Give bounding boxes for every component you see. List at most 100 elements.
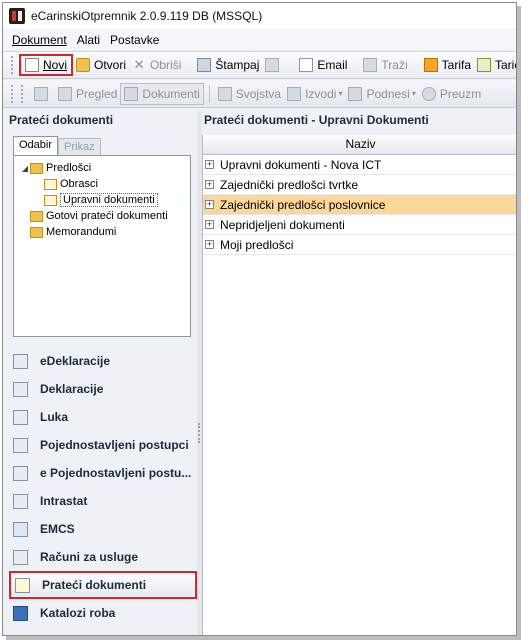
new-document-icon (25, 58, 39, 72)
nav-edeklaracije[interactable]: eDeklaracije (9, 347, 197, 375)
view-toolbar: Pregled Dokumenti Svojstva Izvodi ▾ Podn… (3, 80, 516, 108)
tab-odabir[interactable]: Odabir (13, 136, 59, 156)
splitter-grip[interactable] (198, 423, 200, 443)
nav-pojednostavljeni[interactable]: Pojednostavljeni postupci (9, 431, 197, 459)
tree-item-predlosci[interactable]: ◢ Predlošci (14, 160, 190, 176)
print-preview-button[interactable] (262, 54, 286, 76)
emcs-icon (13, 521, 28, 537)
expand-plus-icon[interactable]: + (205, 160, 214, 169)
expand-plus-icon[interactable]: + (205, 200, 214, 209)
main-toolbar: Novi Otvori ✕ Obriši Štampaj Email Traži (3, 51, 516, 79)
nav-label: Katalozi roba (40, 606, 116, 620)
new-button[interactable]: Novi (19, 54, 74, 76)
tariff-button[interactable]: Tarifa (421, 54, 474, 76)
grid-row-label: Upravni dokumenti - Nova ICT (220, 157, 382, 172)
tab-prikaz[interactable]: Prikaz (58, 138, 101, 156)
open-folder-icon (76, 58, 91, 72)
new-button-label: Novi (43, 58, 68, 72)
nav-label: e Pojednostavljeni postu... (40, 466, 192, 480)
menu-postavke[interactable]: Postavke (110, 33, 159, 47)
invoice-icon (13, 549, 28, 565)
flag-icon (217, 86, 232, 101)
intrastat-icon (13, 493, 28, 509)
menu-bar: Dokument Alati Postavke (3, 30, 516, 50)
grid-row[interactable]: + Nepridjeljeni dokumenti (203, 215, 516, 235)
grid-row[interactable]: + Moji predlošci (203, 235, 516, 255)
nav-label: Prateći dokumenti (42, 578, 147, 592)
open-button-label: Otvori (94, 58, 127, 72)
documents-icon (124, 86, 139, 101)
print-button[interactable]: Štampaj (194, 54, 262, 76)
reports-button[interactable]: Izvodi ▾ (284, 83, 345, 105)
download-button[interactable]: Preuzm (419, 83, 484, 105)
toolbar-grip[interactable] (21, 84, 25, 103)
app-icon (9, 8, 25, 24)
tree-item-memorandumi[interactable]: Memorandumi (14, 224, 190, 240)
folder-doc-icon (44, 178, 57, 190)
grid-row-label: Zajednički predlošci tvrtke (220, 177, 359, 192)
nav-racuni[interactable]: Računi za usluge (9, 543, 197, 571)
download-button-label: Preuzm (439, 86, 482, 101)
tree-item-obrasci[interactable]: Obrasci (14, 176, 190, 192)
nav-deklaracije[interactable]: Deklaracije (9, 375, 197, 403)
expand-plus-icon[interactable]: + (205, 240, 214, 249)
nav-katalozi[interactable]: Katalozi roba (9, 599, 197, 627)
delete-button[interactable]: ✕ Obriši (129, 54, 184, 76)
nav-intrastat[interactable]: Intrastat (9, 487, 197, 515)
folder-doc-icon (44, 194, 57, 206)
submissions-button[interactable]: Podnesi ▾ (345, 83, 418, 105)
print-icon (197, 58, 212, 72)
katalozi-icon (13, 605, 28, 621)
column-naziv[interactable]: Naziv (203, 135, 516, 154)
download-icon (421, 86, 436, 101)
grid-row-label: Moji predlošci (220, 237, 294, 252)
email-button[interactable]: Email (296, 54, 350, 76)
reports-button-label: Izvodi (305, 86, 337, 101)
chevron-down-icon: ▾ (411, 89, 416, 98)
window-title: eCarinskiOtpremnik 2.0.9.119 DB (MSSQL) (31, 9, 263, 23)
nav-prateci-dokumenti[interactable]: Prateći dokumenti (9, 571, 197, 599)
open-button[interactable]: Otvori (73, 54, 129, 76)
tariff-button-label: Tarifa (441, 58, 471, 72)
properties-button-label: Svojstva (235, 86, 282, 101)
print-preview-icon (265, 58, 280, 72)
properties-button[interactable]: Svojstva (215, 83, 284, 105)
preview-button[interactable]: Pregled (55, 83, 120, 105)
reports-icon (287, 86, 302, 101)
tree-item-label: Predlošci (46, 162, 92, 174)
tree-item-label: Obrasci (60, 178, 98, 190)
grid-row[interactable]: + Zajednički predlošci poslovnice (203, 195, 516, 215)
folder-icon (30, 226, 43, 238)
delete-icon: ✕ (133, 57, 145, 72)
email-icon (299, 58, 314, 72)
nav-label: EMCS (40, 522, 75, 536)
module-navigation: eDeklaracije Deklaracije Luka Pojednosta… (9, 347, 197, 627)
grid-row[interactable]: + Zajednički predlošci tvrtke (203, 175, 516, 195)
preview-icon (58, 86, 72, 101)
grid-row[interactable]: + Upravni dokumenti - Nova ICT (203, 155, 516, 175)
taric-button[interactable]: Taric (474, 54, 516, 76)
folder-open-icon (30, 162, 43, 174)
search-button[interactable]: Traži (360, 54, 410, 76)
toolbar-grip[interactable] (11, 84, 15, 103)
documents-button[interactable]: Dokumenti (120, 82, 204, 105)
grid-header: Naziv (203, 135, 516, 155)
expand-arrow-icon[interactable]: ◢ (20, 164, 30, 173)
nav-luka[interactable]: Luka (9, 403, 197, 431)
nav-label: Intrastat (40, 494, 88, 508)
grid-view-button[interactable] (31, 83, 55, 105)
expand-plus-icon[interactable]: + (205, 180, 214, 189)
nav-label: Pojednostavljeni postupci (40, 438, 189, 452)
tree-item-upravni-dokumenti[interactable]: Upravni dokumenti (14, 192, 190, 208)
folder-icon (30, 210, 43, 222)
tree-item-gotovi[interactable]: Gotovi prateći dokumenti (14, 208, 190, 224)
expand-plus-icon[interactable]: + (205, 220, 214, 229)
documents-grid: Naziv + Upravni dokumenti - Nova ICT + Z… (202, 135, 516, 635)
menu-dokument[interactable]: Dokument (12, 33, 67, 47)
toolbar-grip[interactable] (11, 56, 13, 74)
menu-alati[interactable]: Alati (77, 33, 100, 47)
nav-e-pojednostavljeni[interactable]: e Pojednostavljeni postu... (9, 459, 197, 487)
nav-label: Računi za usluge (40, 550, 139, 564)
edeklaracije-icon (13, 353, 28, 369)
nav-emcs[interactable]: EMCS (9, 515, 197, 543)
